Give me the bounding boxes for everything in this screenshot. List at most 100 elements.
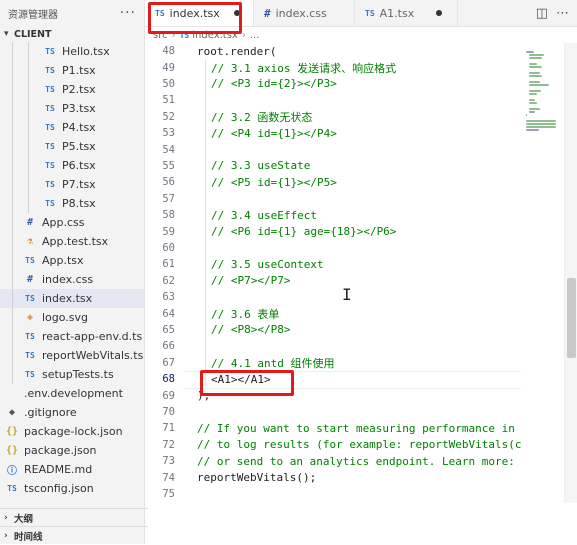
tree-item-label: P3.tsx — [62, 102, 96, 115]
indent-guide — [28, 175, 29, 194]
tree-item[interactable]: TS P4.tsx — [0, 118, 144, 137]
code-line[interactable]: 61 // 3.5 useContext — [145, 256, 521, 272]
code-line[interactable]: 56 // <P5 id={1}></P5> — [145, 174, 521, 190]
line-number: 60 — [162, 241, 175, 254]
tree-item-label: index.tsx — [42, 292, 93, 305]
tree-item[interactable]: TS P5.tsx — [0, 137, 144, 156]
more-actions-icon[interactable]: ··· — [120, 5, 136, 21]
code-line[interactable]: 53 // <P4 id={1}></P4> — [145, 125, 521, 141]
tree-item[interactable]: TS P3.tsx — [0, 99, 144, 118]
tree-item[interactable]: TS P2.tsx — [0, 80, 144, 99]
code-line[interactable]: 60 — [145, 240, 521, 256]
typescript-file-icon: TS — [25, 370, 35, 379]
tree-item[interactable]: ◆ .gitignore — [0, 403, 144, 422]
breadcrumb-more[interactable]: ... — [250, 30, 260, 41]
code-line[interactable]: 52 // 3.2 函数无状态 — [145, 109, 521, 125]
tree-item[interactable]: TS setupTests.ts — [0, 365, 144, 384]
indent-guide — [12, 175, 13, 194]
code-line[interactable]: 62 // <P7></P7> — [145, 273, 521, 289]
tree-item[interactable]: TS Hello.tsx — [0, 42, 144, 61]
chevron-right-icon: › — [241, 29, 246, 41]
tree-item[interactable]: TS P7.tsx — [0, 175, 144, 194]
editor-scrollbar[interactable] — [564, 43, 577, 503]
tab-index-tsx[interactable]: TS index.tsx — [145, 0, 254, 26]
line-number: 58 — [162, 209, 175, 222]
unsaved-dot-icon[interactable] — [233, 10, 240, 16]
code-line[interactable]: 65 // <P8></P8> — [145, 322, 521, 338]
timeline-section[interactable]: › 时间线 — [0, 526, 148, 545]
tree-item[interactable]: TS P1.tsx — [0, 61, 144, 80]
code-line[interactable]: 55 // 3.3 useState — [145, 158, 521, 174]
typescript-file-icon: TS — [45, 85, 55, 94]
tree-item[interactable]: TS tsconfig.json — [0, 479, 144, 498]
tree-item-label: reportWebVitals.ts — [42, 349, 144, 362]
split-editor-icon[interactable]: ◫ — [536, 6, 548, 21]
tab-index-css[interactable]: # index.css — [254, 0, 355, 26]
tab-a1-tsx[interactable]: TS A1.tsx — [355, 0, 458, 26]
tree-item[interactable]: TS reportWebVitals.ts — [0, 346, 144, 365]
typescript-file-icon: TS — [25, 351, 35, 360]
code-line[interactable]: 63 — [145, 289, 521, 305]
tree-item[interactable]: {} package.json — [0, 441, 144, 460]
line-number: 62 — [162, 274, 175, 287]
more-actions-icon[interactable]: ⋯ — [556, 6, 569, 21]
line-number: 71 — [162, 422, 175, 435]
unsaved-dot-icon[interactable] — [436, 10, 443, 16]
line-number: 51 — [162, 94, 175, 107]
code-text: // 3.6 表单 — [211, 307, 280, 321]
tree-item[interactable]: ◈ logo.svg — [0, 308, 144, 327]
code-line[interactable]: 58 // 3.4 useEffect — [145, 207, 521, 223]
code-line[interactable]: 74 reportWebVitals(); — [145, 469, 521, 485]
indent-guide — [28, 61, 29, 80]
code-line[interactable]: 70 — [145, 404, 521, 420]
code-line[interactable]: 75 — [145, 486, 521, 502]
tab-label: index.css — [275, 6, 327, 20]
line-number: 72 — [162, 438, 175, 451]
code-line[interactable]: 64 // 3.6 表单 — [145, 305, 521, 321]
code-line[interactable]: 59 // <P6 id={1} age={18}></P6> — [145, 223, 521, 239]
tree-item[interactable]: TS App.tsx — [0, 251, 144, 270]
code-line[interactable]: 57 — [145, 191, 521, 207]
code-editor[interactable]: 48 root.render(49// 3.1 axios 发送请求、响应格式 50… — [145, 43, 521, 503]
project-section-header[interactable]: ▾ CLIENT — [0, 26, 144, 42]
code-line[interactable]: 54 — [145, 141, 521, 157]
scrollbar-thumb[interactable] — [567, 278, 576, 358]
tree-item[interactable]: TS P8.tsx — [0, 194, 144, 213]
code-line[interactable]: 50 // <P3 id={2}></P3> — [145, 76, 521, 92]
tree-item[interactable]: ⓘ README.md — [0, 460, 144, 479]
editor-tabs: TS index.tsx # index.css TS A1.tsx ◫ ⋯ — [145, 0, 577, 27]
code-line[interactable]: 48 root.render( — [145, 43, 521, 59]
tree-item[interactable]: {} package-lock.json — [0, 422, 144, 441]
code-line[interactable]: 66 — [145, 338, 521, 354]
indent-guide — [12, 327, 13, 346]
tree-item-label: P5.tsx — [62, 140, 96, 153]
line-number: 50 — [162, 77, 175, 90]
code-line[interactable]: 69); — [145, 387, 521, 403]
code-line[interactable]: 51 — [145, 92, 521, 108]
indent-guide — [12, 289, 13, 308]
breadcrumb-file[interactable]: index.tsx — [192, 30, 238, 41]
tree-item[interactable]: ⚗ App.test.tsx — [0, 232, 144, 251]
line-number: 48 — [162, 45, 175, 58]
code-line[interactable]: 68 <A1></A1> — [145, 371, 521, 387]
breadcrumb-folder[interactable]: src — [153, 30, 168, 41]
tree-item[interactable]: # index.css — [0, 270, 144, 289]
tree-item[interactable]: TS react-app-env.d.ts — [0, 327, 144, 346]
code-line[interactable]: 67 // 4.1 antd 组件使用 — [145, 355, 521, 371]
minimap-line — [529, 75, 543, 77]
tree-item-label: P4.tsx — [62, 121, 96, 134]
typescript-file-icon: TS — [179, 30, 190, 40]
tree-item[interactable]: TS index.tsx — [0, 289, 144, 308]
text-cursor-icon: I — [342, 285, 352, 304]
code-line[interactable]: 71 // If you want to start measuring perf… — [145, 420, 521, 436]
tree-item[interactable]: .env.development — [0, 384, 144, 403]
code-line[interactable]: 49 // 3.1 axios 发送请求、响应格式 — [145, 59, 521, 75]
code-line[interactable]: 72 // to log results (for example: report… — [145, 437, 521, 453]
code-line[interactable]: 73 // or send to an analytics endpoint. L… — [145, 453, 521, 469]
tree-item[interactable]: # App.css — [0, 213, 144, 232]
indent-guide — [28, 118, 29, 137]
outline-section[interactable]: › 大纲 — [0, 508, 148, 527]
line-number: 56 — [162, 176, 175, 189]
minimap[interactable] — [522, 43, 564, 503]
tree-item[interactable]: TS P6.tsx — [0, 156, 144, 175]
